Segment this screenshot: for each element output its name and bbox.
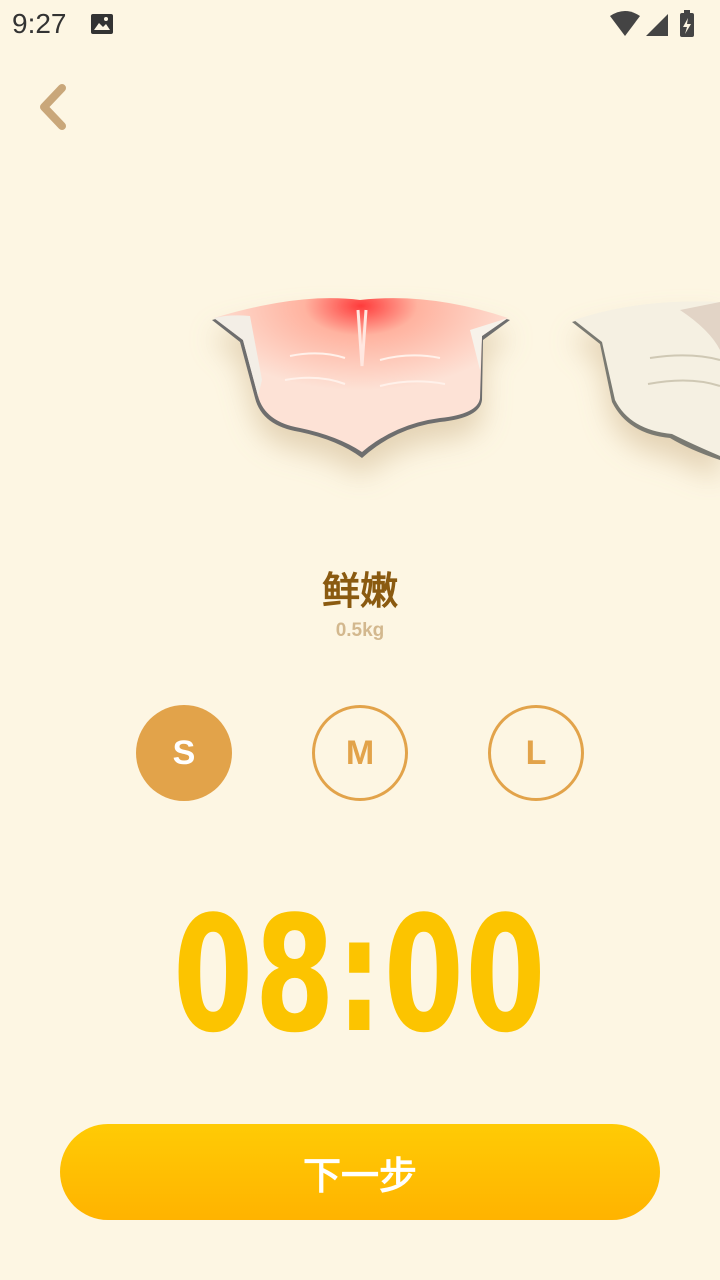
size-l-button[interactable]: L — [488, 705, 584, 801]
back-button[interactable] — [30, 80, 80, 134]
chevron-left-icon — [40, 84, 66, 130]
meat-weight: 0.5kg — [335, 620, 385, 641]
wifi-icon — [610, 11, 640, 36]
size-m-button[interactable]: M — [312, 705, 408, 801]
meat-carousel[interactable] — [0, 270, 720, 500]
status-time: 9:27 — [12, 8, 67, 39]
status-icons — [608, 10, 708, 45]
next-step-button[interactable]: 下一步 — [60, 1124, 660, 1220]
image-notification-icon — [90, 12, 114, 41]
next-step-label: 下一步 — [302, 1153, 417, 1198]
size-s-button[interactable]: S — [136, 705, 232, 801]
meat-image-tender — [212, 298, 510, 458]
status-bar: 9:27 — [0, 0, 720, 50]
battery-icon — [680, 10, 694, 37]
signal-icon — [646, 14, 668, 36]
meat-name: 鲜嫩 — [321, 569, 398, 613]
timer-display: 08:00 — [173, 881, 547, 1068]
meat-image-next — [572, 301, 720, 460]
